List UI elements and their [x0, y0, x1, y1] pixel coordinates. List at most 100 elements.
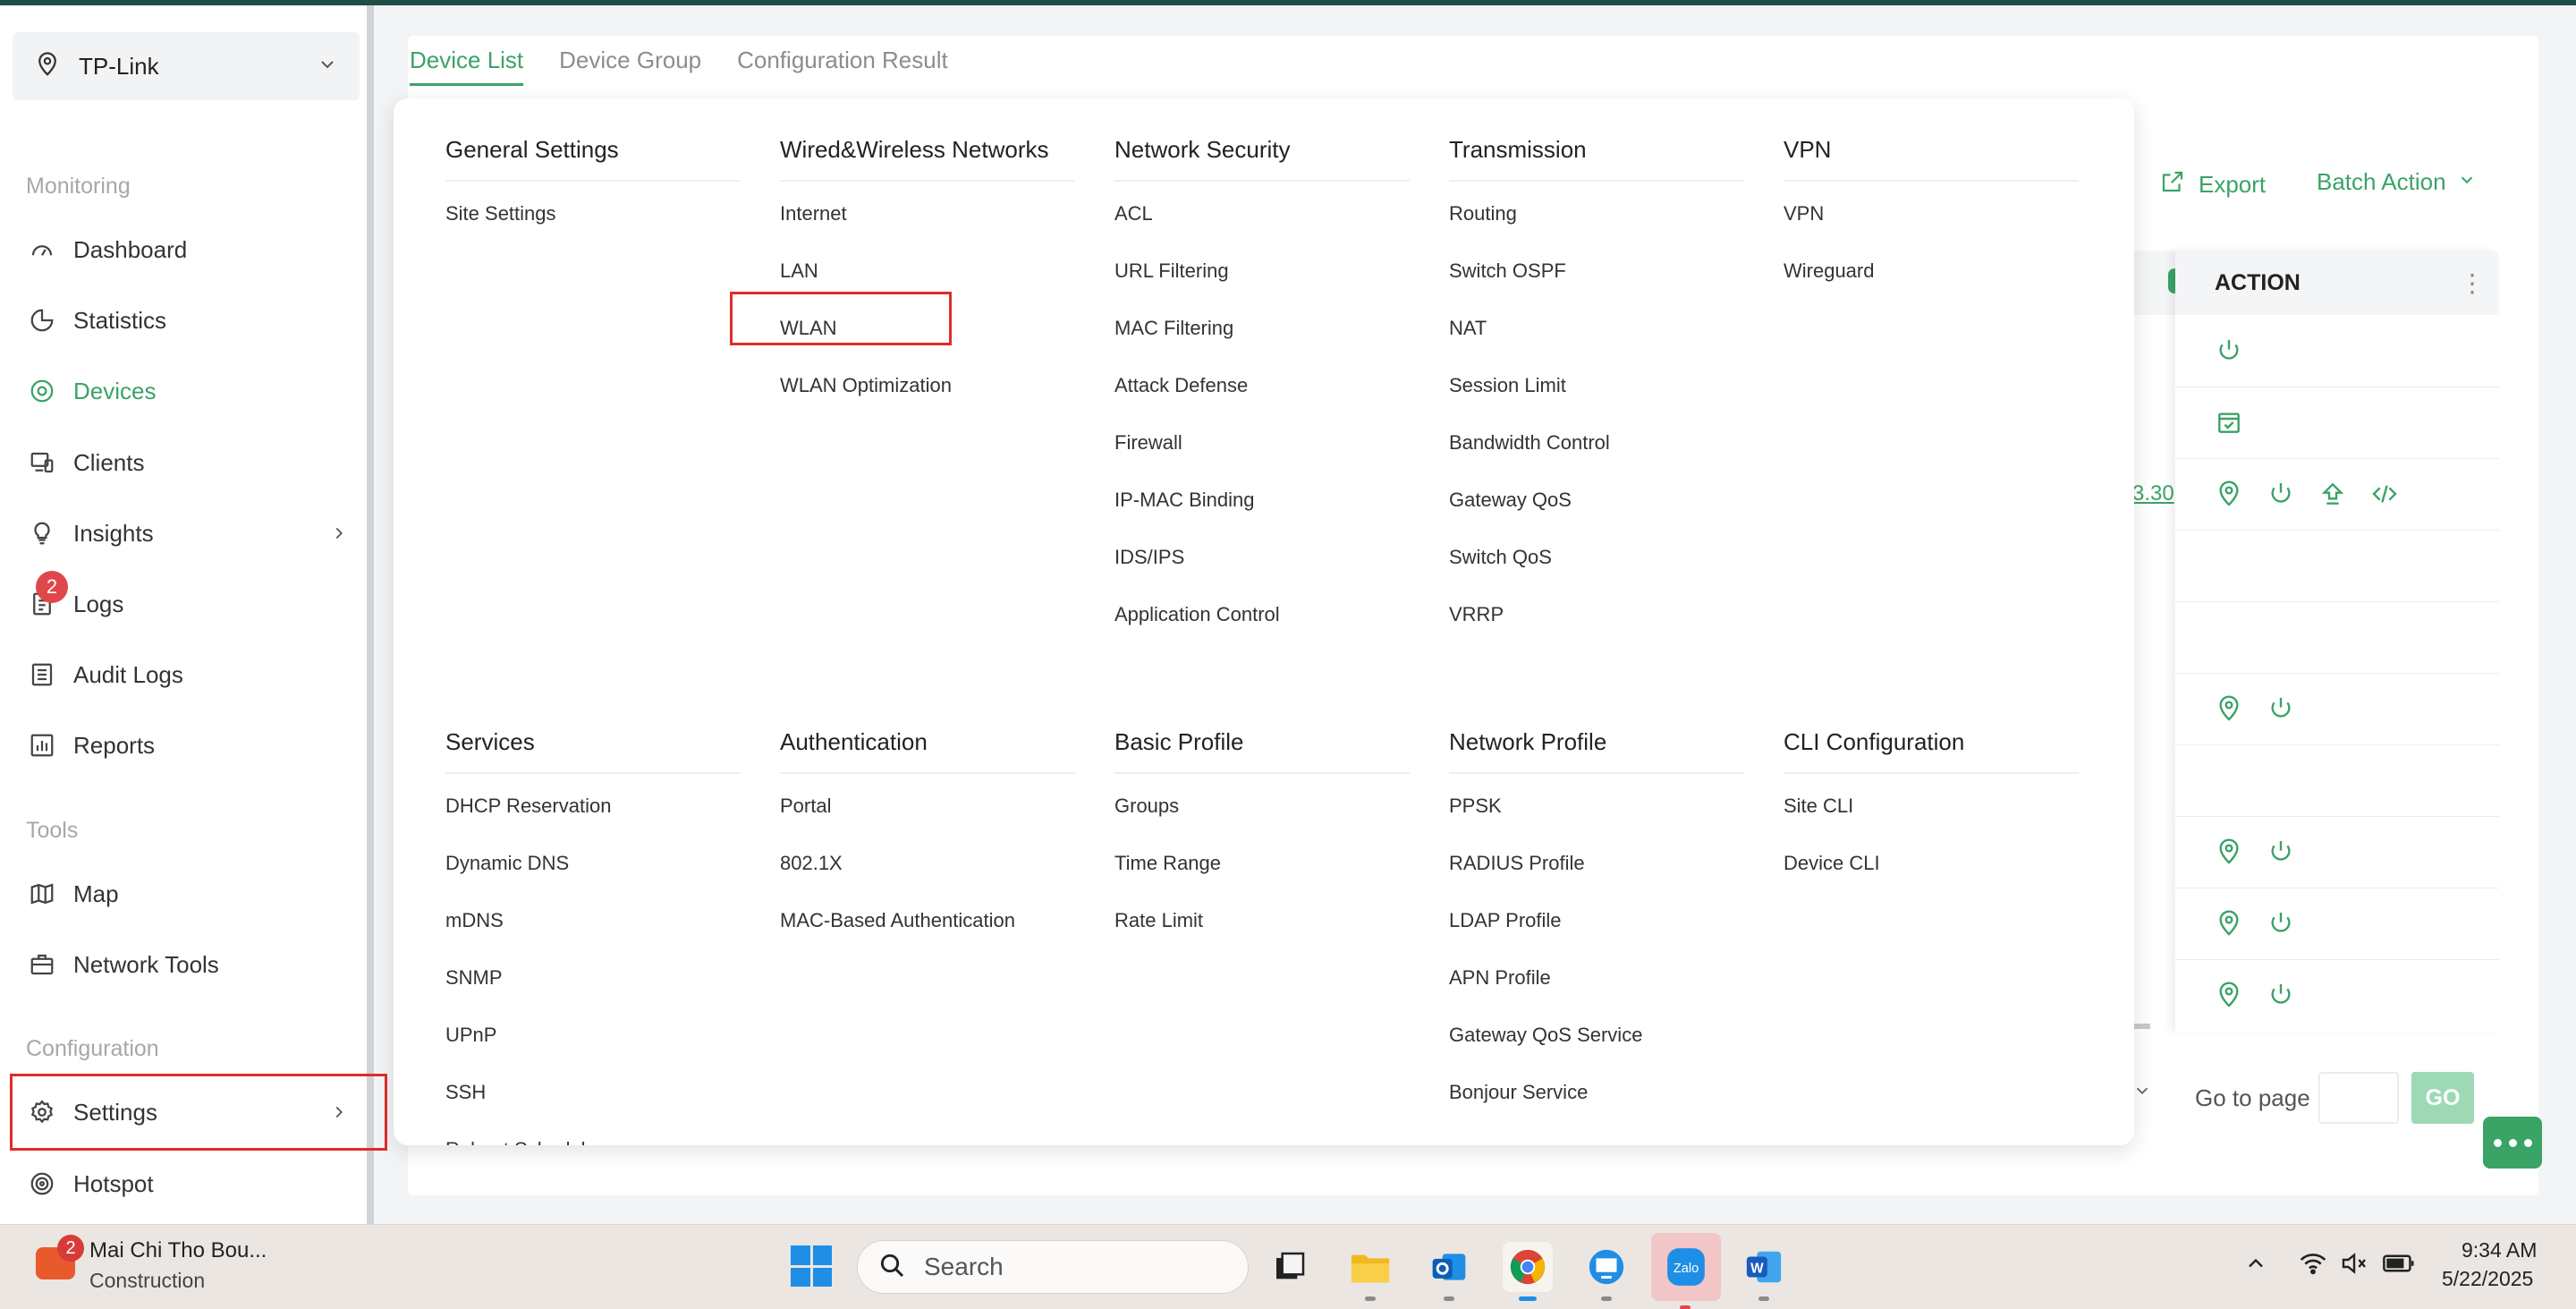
- goto-page-label: Go to page: [2195, 1084, 2310, 1111]
- power-icon[interactable]: [2267, 909, 2295, 942]
- adopt-icon[interactable]: [2215, 408, 2243, 441]
- power-icon[interactable]: [2267, 694, 2295, 727]
- sidebar-item-statistics[interactable]: Statistics: [13, 293, 367, 348]
- wifi-icon[interactable]: [2299, 1251, 2327, 1282]
- menu-item-radius-profile[interactable]: RADIUS Profile: [1449, 835, 1744, 892]
- sidebar-item-insights[interactable]: Insights: [13, 506, 367, 561]
- power-icon[interactable]: [2267, 981, 2295, 1014]
- locate-icon[interactable]: [2215, 909, 2243, 942]
- remote-desktop-icon[interactable]: [1581, 1242, 1631, 1301]
- sidebar-item-audit-logs[interactable]: Audit Logs: [13, 647, 367, 702]
- menu-item-firewall[interactable]: Firewall: [1114, 414, 1410, 472]
- power-icon[interactable]: [2267, 837, 2295, 871]
- menu-item-ip-mac-binding[interactable]: IP-MAC Binding: [1114, 472, 1410, 529]
- sidebar-item-reports[interactable]: Reports: [13, 718, 367, 773]
- menu-item-portal[interactable]: Portal: [780, 778, 1075, 835]
- goto-page-input[interactable]: [2318, 1072, 2399, 1124]
- sidebar-item-map[interactable]: Map: [13, 866, 367, 922]
- sidebar-item-hotspot[interactable]: Hotspot: [13, 1156, 367, 1211]
- menu-item-vpn[interactable]: VPN: [1784, 185, 2079, 242]
- menu-item-bonjour-service[interactable]: Bonjour Service: [1449, 1064, 1744, 1121]
- menu-item-nat[interactable]: NAT: [1449, 300, 1744, 357]
- menu-item-ppsk[interactable]: PPSK: [1449, 778, 1744, 835]
- chat-support-button[interactable]: [2483, 1117, 2542, 1169]
- sidebar-item-devices[interactable]: Devices: [13, 363, 367, 419]
- menu-item-session-limit[interactable]: Session Limit: [1449, 357, 1744, 414]
- menu-item-time-range[interactable]: Time Range: [1114, 835, 1410, 892]
- sidebar-item-dashboard[interactable]: Dashboard: [13, 222, 367, 277]
- notification-app-icon[interactable]: 2: [30, 1235, 84, 1285]
- task-view-icon[interactable]: [1265, 1242, 1315, 1292]
- menu-item-url-filtering[interactable]: URL Filtering: [1114, 242, 1410, 300]
- tab-device-group[interactable]: Device Group: [559, 47, 701, 86]
- menu-item-site-settings[interactable]: Site Settings: [445, 185, 741, 242]
- menu-item-dynamic-dns[interactable]: Dynamic DNS: [445, 835, 741, 892]
- locate-icon[interactable]: [2215, 837, 2243, 871]
- menu-item-device-cli[interactable]: Device CLI: [1784, 835, 2079, 892]
- menu-item-wlan-optimization[interactable]: WLAN Optimization: [780, 357, 1075, 414]
- taskbar-clock-time[interactable]: 9:34 AM: [2462, 1238, 2537, 1262]
- menu-item-wireguard[interactable]: Wireguard: [1784, 242, 2079, 300]
- menu-item-attack-defense[interactable]: Attack Defense: [1114, 357, 1410, 414]
- menu-item-vrrp[interactable]: VRRP: [1449, 586, 1744, 643]
- zalo-icon[interactable]: Zalo: [1651, 1233, 1721, 1309]
- menu-item-bandwidth-control[interactable]: Bandwidth Control: [1449, 414, 1744, 472]
- chevron-up-icon[interactable]: [2243, 1251, 2268, 1282]
- menu-item-application-control[interactable]: Application Control: [1114, 586, 1410, 643]
- menu-item-site-cli[interactable]: Site CLI: [1784, 778, 2079, 835]
- ip-address-link[interactable]: 3.30: [2132, 481, 2174, 506]
- locate-icon[interactable]: [2215, 694, 2243, 727]
- tab-device-list[interactable]: Device List: [410, 47, 524, 86]
- menu-item-gateway-qos[interactable]: Gateway QoS: [1449, 472, 1744, 529]
- menu-item-mac-filtering[interactable]: MAC Filtering: [1114, 300, 1410, 357]
- export-button[interactable]: Export: [2159, 168, 2266, 201]
- menu-item-ldap-profile[interactable]: LDAP Profile: [1449, 892, 1744, 949]
- menu-item-gateway-qos-service[interactable]: Gateway QoS Service: [1449, 1007, 1744, 1064]
- taskbar-search[interactable]: Search: [857, 1240, 1249, 1294]
- clients-icon: [27, 447, 57, 478]
- table-horizontal-scrollbar[interactable]: [2132, 1024, 2150, 1029]
- menu-item-switch-ospf[interactable]: Switch OSPF: [1449, 242, 1744, 300]
- menu-column-title: Wired&Wireless Networks: [780, 136, 1075, 182]
- menu-item-ids-ips[interactable]: IDS/IPS: [1114, 529, 1410, 586]
- locate-icon[interactable]: [2215, 981, 2243, 1014]
- locate-icon[interactable]: [2215, 480, 2243, 513]
- word-icon[interactable]: W: [1739, 1242, 1789, 1301]
- menu-item-mdns[interactable]: mDNS: [445, 892, 741, 949]
- power-icon[interactable]: [2267, 480, 2295, 513]
- file-explorer-icon[interactable]: [1345, 1242, 1395, 1301]
- menu-item-apn-profile[interactable]: APN Profile: [1449, 949, 1744, 1007]
- menu-item-switch-qos[interactable]: Switch QoS: [1449, 529, 1744, 586]
- menu-item-routing[interactable]: Routing: [1449, 185, 1744, 242]
- menu-item-snmp[interactable]: SNMP: [445, 949, 741, 1007]
- menu-item-ssh[interactable]: SSH: [445, 1064, 741, 1121]
- menu-item-mac-based-auth[interactable]: MAC-Based Authentication: [780, 892, 1075, 949]
- go-button[interactable]: GO: [2411, 1072, 2474, 1124]
- menu-item-dhcp-reservation[interactable]: DHCP Reservation: [445, 778, 741, 835]
- menu-item-groups[interactable]: Groups: [1114, 778, 1410, 835]
- batch-action-button[interactable]: Batch Action: [2317, 168, 2477, 196]
- menu-item-upnp[interactable]: UPnP: [445, 1007, 741, 1064]
- power-icon[interactable]: [2215, 336, 2243, 370]
- menu-item-internet[interactable]: Internet: [780, 185, 1075, 242]
- tab-configuration-result[interactable]: Configuration Result: [737, 47, 948, 86]
- windows-start-icon[interactable]: [791, 1245, 832, 1287]
- menu-item-reboot-schedule[interactable]: Reboot Schedule: [445, 1121, 741, 1145]
- outlook-icon[interactable]: [1424, 1242, 1474, 1301]
- site-selector[interactable]: TP-Link: [13, 32, 360, 100]
- battery-icon[interactable]: [2383, 1251, 2415, 1282]
- notification-title[interactable]: Mai Chi Tho Bou...: [89, 1238, 267, 1263]
- sidebar-item-network-tools[interactable]: Network Tools: [13, 937, 367, 992]
- upgrade-icon[interactable]: [2318, 480, 2347, 513]
- sidebar-scrollbar[interactable]: [367, 5, 374, 1224]
- menu-item-acl[interactable]: ACL: [1114, 185, 1410, 242]
- column-settings-icon[interactable]: ⋮: [2460, 268, 2485, 298]
- volume-muted-icon[interactable]: [2340, 1251, 2368, 1282]
- cli-code-icon[interactable]: [2370, 480, 2399, 513]
- chrome-icon[interactable]: [1503, 1242, 1553, 1301]
- sidebar-item-clients[interactable]: Clients: [13, 435, 367, 490]
- menu-item-8021x[interactable]: 802.1X: [780, 835, 1075, 892]
- toolbox-icon: [27, 949, 57, 980]
- menu-item-rate-limit[interactable]: Rate Limit: [1114, 892, 1410, 949]
- taskbar-clock-date[interactable]: 5/22/2025: [2442, 1267, 2533, 1291]
